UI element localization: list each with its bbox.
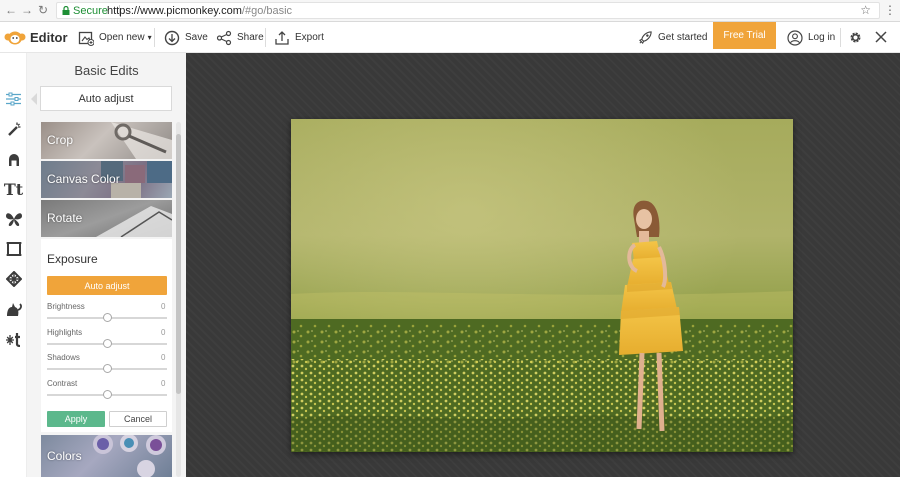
exposure-section: Exposure Auto adjust Brightness 0 Highli… — [41, 239, 172, 432]
basic-edits-panel: Basic Edits Auto adjust Crop Canvas Colo… — [27, 53, 186, 477]
apply-button[interactable]: Apply — [47, 411, 105, 427]
open-new-label: Open new — [99, 32, 145, 43]
brightness-label: Brightness — [47, 302, 85, 311]
share-label: Share — [237, 32, 264, 43]
reload-icon[interactable]: ↻ — [36, 3, 50, 17]
app-toolbar: Editor Open new ▾ Save Share Export Get … — [0, 22, 900, 53]
brightness-slider-handle[interactable] — [103, 313, 112, 322]
gear-icon[interactable] — [848, 30, 863, 45]
basic-edits-icon[interactable] — [0, 86, 27, 112]
rotate-label: Rotate — [47, 211, 83, 225]
crop-label: Crop — [47, 133, 74, 147]
user-icon — [787, 29, 803, 46]
canvas-color-label: Canvas Color — [47, 172, 120, 186]
toolbar-divider — [154, 28, 155, 47]
contrast-value: 0 — [161, 379, 166, 388]
lock-icon — [62, 6, 70, 15]
highlights-value: 0 — [161, 328, 166, 337]
auto-adjust-button[interactable]: Auto adjust — [40, 86, 172, 111]
open-new-icon — [78, 31, 94, 46]
rotate-tool[interactable]: Rotate — [41, 200, 172, 237]
panel-scrollbar[interactable] — [176, 122, 181, 477]
panel-pointer — [31, 93, 37, 105]
scrollbar-thumb[interactable] — [176, 134, 181, 394]
address-bar[interactable]: Secure https://www.picmonkey.com/#go/bas… — [56, 2, 880, 19]
get-started-button[interactable]: Get started — [638, 22, 707, 53]
share-icon — [216, 30, 232, 45]
touch-up-face-icon[interactable] — [0, 146, 27, 172]
cancel-button[interactable]: Cancel — [109, 411, 167, 427]
picmonkey-logo-icon — [4, 31, 26, 45]
browser-menu-icon[interactable]: ⋮ — [884, 3, 896, 17]
seasonal-snowflake-icon[interactable] — [0, 326, 27, 352]
textures-icon[interactable] — [0, 266, 27, 292]
text-tool-glyph: Tt — [3, 179, 24, 199]
themes-cat-icon[interactable] — [0, 296, 27, 322]
crop-tool[interactable]: Crop — [41, 122, 172, 159]
frames-icon[interactable] — [0, 236, 27, 262]
canvas-color-tool[interactable]: Canvas Color — [41, 161, 172, 198]
secure-label: Secure — [73, 5, 108, 17]
url-main: https://www.picmonkey.com — [107, 5, 242, 17]
tool-rail: Tt — [0, 53, 27, 477]
log-in-button[interactable]: Log in — [787, 22, 835, 53]
get-started-label: Get started — [658, 32, 708, 43]
save-label: Save — [185, 32, 208, 43]
bookmark-star-icon[interactable]: ☆ — [860, 3, 871, 17]
shadows-label: Shadows — [47, 353, 80, 362]
toolbar-divider — [840, 28, 841, 47]
colors-tool[interactable]: Colors — [41, 435, 172, 477]
open-new-button[interactable]: Open new ▾ — [78, 22, 152, 53]
save-icon — [164, 30, 180, 45]
contrast-slider-handle[interactable] — [103, 390, 112, 399]
close-icon[interactable] — [875, 31, 887, 43]
forward-icon[interactable]: → — [20, 3, 34, 17]
editor-canvas[interactable] — [186, 53, 900, 477]
back-icon[interactable]: ← — [4, 3, 18, 17]
shadows-value: 0 — [161, 353, 166, 362]
export-label: Export — [295, 32, 324, 43]
photo-image[interactable] — [291, 119, 793, 452]
url-path: /#go/basic — [241, 5, 293, 17]
url-text: https://www.picmonkey.com/#go/basic — [107, 5, 292, 17]
browser-bar: ← → ↻ Secure https://www.picmonkey.com/#… — [0, 0, 900, 22]
toolbar-divider — [265, 28, 266, 47]
panel-title: Basic Edits — [74, 63, 139, 78]
colors-label: Colors — [47, 449, 82, 463]
export-icon — [275, 30, 289, 45]
contrast-label: Contrast — [47, 379, 78, 388]
highlights-label: Highlights — [47, 328, 83, 337]
photo-content — [291, 119, 793, 452]
exposure-title: Exposure — [47, 252, 98, 266]
log-in-label: Log in — [808, 32, 836, 43]
shadows-slider-handle[interactable] — [103, 364, 112, 373]
share-button[interactable]: Share — [216, 22, 264, 53]
exposure-auto-adjust-button[interactable]: Auto adjust — [47, 276, 167, 295]
save-button[interactable]: Save — [164, 22, 208, 53]
free-trial-button[interactable]: Free Trial — [713, 22, 776, 49]
highlights-slider-handle[interactable] — [103, 339, 112, 348]
effects-wand-icon[interactable] — [0, 116, 27, 142]
rocket-icon — [639, 31, 652, 44]
editor-label: Editor — [30, 30, 68, 45]
export-button[interactable]: Export — [274, 22, 324, 53]
brightness-value: 0 — [161, 302, 166, 311]
chevron-down-icon: ▾ — [147, 33, 152, 42]
overlays-butterfly-icon[interactable] — [0, 206, 27, 232]
text-tool-icon[interactable]: Tt — [0, 176, 27, 202]
